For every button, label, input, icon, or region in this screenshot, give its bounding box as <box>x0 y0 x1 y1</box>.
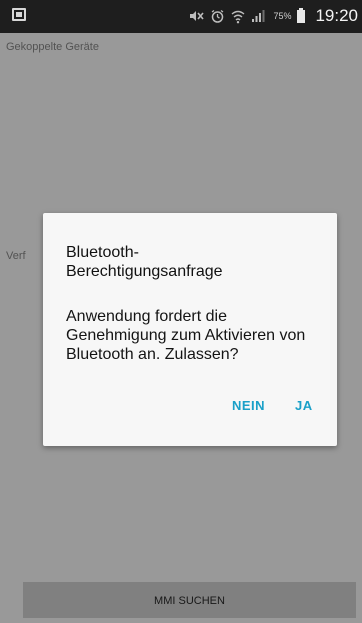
alarm-icon <box>212 9 224 23</box>
battery-icon <box>297 7 306 23</box>
notification-icon <box>12 8 26 21</box>
signal-icon <box>252 10 265 22</box>
status-bar: 75% 19:20 <box>0 0 362 33</box>
screen: 75% 19:20 Gekoppelte Geräte Verf MMI SUC… <box>0 0 362 623</box>
allow-button[interactable]: JA <box>295 398 313 413</box>
dialog-title-line-2: Berechtigungsanfrage <box>66 263 223 280</box>
mute-icon <box>190 11 205 21</box>
dialog-message: Anwendung fordert die Genehmigung zum Ak… <box>66 308 306 363</box>
bluetooth-permission-dialog: Bluetooth- Berechtigungsanfrage Anwendun… <box>43 213 337 446</box>
status-clock: 19:20 <box>315 6 358 25</box>
deny-button[interactable]: NEIN <box>232 398 265 413</box>
status-icons: 75% 19:20 <box>188 4 358 28</box>
battery-percent: 75% <box>273 11 292 21</box>
dialog-title-line-1: Bluetooth- <box>66 244 139 261</box>
dialog-title: Bluetooth- Berechtigungsanfrage <box>66 243 316 281</box>
wifi-icon <box>231 10 245 23</box>
